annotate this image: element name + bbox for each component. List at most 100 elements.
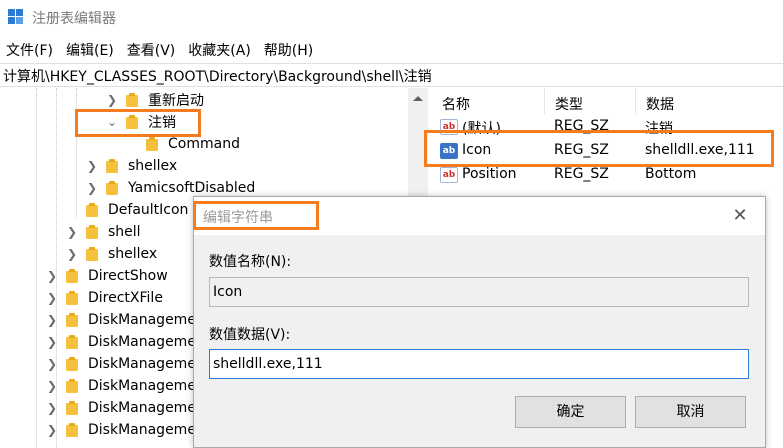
folder-icon	[146, 137, 160, 151]
tree-item[interactable]: ❯ DiskManageme	[44, 353, 196, 375]
value-data-label: 数值数据(V):	[209, 327, 291, 343]
folder-icon	[66, 423, 80, 437]
folder-icon	[126, 93, 140, 107]
string-value-icon: ab	[440, 167, 458, 183]
chevron-right-icon[interactable]: ❯	[44, 422, 60, 438]
chevron-right-icon[interactable]: ❯	[44, 334, 60, 350]
tree-item-label: shellex	[108, 246, 158, 262]
tree-item[interactable]: Command	[146, 133, 240, 155]
folder-icon	[66, 269, 80, 283]
column-header-name[interactable]: 名称	[432, 88, 545, 114]
folder-icon	[126, 115, 140, 129]
dialog-title: 编辑字符串	[203, 210, 273, 226]
tree-item[interactable]: DefaultIcon	[86, 199, 188, 221]
string-value-icon: ab	[440, 143, 458, 159]
tree-item-label: YamicsoftDisabled	[128, 180, 256, 196]
regedit-icon	[8, 9, 24, 25]
window-title: 注册表编辑器	[32, 11, 116, 27]
value-data-input[interactable]: shelldll.exe,111	[209, 349, 749, 379]
value-row-selected[interactable]: ab Icon REG_SZ shelldll.exe,111	[432, 139, 783, 163]
tree-item-label: Command	[168, 136, 240, 152]
value-row[interactable]: ab Position REG_SZ Bottom	[432, 163, 783, 187]
chevron-down-icon[interactable]: ⌄	[104, 114, 120, 130]
tree-item[interactable]: ❯ DiskManageme	[44, 397, 196, 419]
tree-item-label: DiskManageme	[88, 378, 196, 394]
value-name-label: 数值名称(N):	[209, 254, 292, 270]
value-data: shelldll.exe,111	[645, 142, 755, 158]
tree-item-label: DirectXFile	[88, 290, 163, 306]
value-name: (默认)	[462, 121, 501, 137]
folder-icon	[66, 335, 80, 349]
tree-item[interactable]: ❯ DirectShow	[44, 265, 168, 287]
folder-icon	[66, 291, 80, 305]
chevron-right-icon[interactable]: ❯	[84, 158, 100, 174]
tree-item-label: shell	[108, 224, 141, 240]
value-type: REG_SZ	[554, 142, 609, 158]
chevron-right-icon[interactable]: ❯	[44, 378, 60, 394]
tree-item[interactable]: ❯ shellex	[84, 155, 177, 177]
tree-item-label: 注销	[148, 115, 176, 131]
string-value-icon: ab	[440, 119, 458, 135]
ok-button[interactable]: 确定	[515, 396, 626, 428]
title-bar: 注册表编辑器	[0, 0, 783, 36]
folder-icon	[66, 379, 80, 393]
tree-item-label: 重新启动	[148, 93, 204, 109]
value-name-field: Icon	[209, 277, 749, 307]
folder-icon	[86, 225, 100, 239]
tree-item[interactable]: ❯ DiskManageme	[44, 419, 196, 441]
value-data: 注销	[645, 121, 673, 137]
menu-help[interactable]: 帮助(H)	[258, 36, 320, 62]
tree-item[interactable]: ❯ 重新启动	[104, 89, 204, 111]
menu-file[interactable]: 文件(F)	[0, 36, 60, 62]
chevron-right-icon[interactable]: ❯	[44, 356, 60, 372]
menu-view[interactable]: 查看(V)	[121, 36, 183, 62]
chevron-right-icon[interactable]: ❯	[44, 312, 60, 328]
tree-item-label: DiskManageme	[88, 400, 196, 416]
folder-icon	[106, 159, 120, 173]
folder-icon	[86, 203, 100, 217]
value-name: Icon	[462, 142, 492, 158]
cancel-button[interactable]: 取消	[635, 396, 746, 428]
tree-item[interactable]: ❯ DiskManageme	[44, 331, 196, 353]
tree-item-label: DiskManageme	[88, 334, 196, 350]
menu-edit[interactable]: 编辑(E)	[60, 36, 121, 62]
tree-item-label: DiskManageme	[88, 356, 196, 372]
value-data: Bottom	[645, 166, 697, 182]
chevron-right-icon[interactable]: ❯	[104, 92, 120, 108]
tree-item[interactable]: ❯ shell	[64, 221, 141, 243]
folder-icon	[66, 401, 80, 415]
value-name: Position	[462, 166, 517, 182]
tree-item-label: DirectShow	[88, 268, 168, 284]
value-type: REG_SZ	[554, 166, 609, 182]
address-bar[interactable]: 计算机\HKEY_CLASSES_ROOT\Directory\Backgrou…	[0, 63, 783, 87]
tree-item[interactable]: ❯ DiskManageme	[44, 375, 196, 397]
chevron-right-icon[interactable]: ❯	[44, 290, 60, 306]
chevron-right-icon[interactable]: ❯	[84, 180, 100, 196]
tree-item[interactable]: ❯ shellex	[64, 243, 157, 265]
chevron-right-icon[interactable]: ❯	[44, 268, 60, 284]
dialog-title-bar: 编辑字符串 ✕	[194, 197, 765, 235]
menu-bar: 文件(F) 编辑(E) 查看(V) 收藏夹(A) 帮助(H)	[0, 36, 783, 62]
tree-item[interactable]: ❯ DiskManageme	[44, 309, 196, 331]
chevron-right-icon[interactable]: ❯	[64, 224, 80, 240]
scroll-up-icon[interactable]	[413, 96, 423, 101]
tree-item[interactable]: ❯ DirectXFile	[44, 287, 163, 309]
edit-string-dialog: 编辑字符串 ✕ 数值名称(N): Icon 数值数据(V): shelldll.…	[193, 196, 766, 448]
value-type: REG_SZ	[554, 118, 609, 134]
tree-item-label: DefaultIcon	[108, 202, 189, 218]
tree-item-label: DiskManageme	[88, 422, 196, 438]
folder-icon	[66, 313, 80, 327]
folder-icon	[66, 357, 80, 371]
tree-item-selected[interactable]: ⌄ 注销	[104, 111, 176, 133]
folder-icon	[106, 181, 120, 195]
tree-item-label: DiskManageme	[88, 312, 196, 328]
folder-icon	[86, 247, 100, 261]
tree-item-label: shellex	[128, 158, 178, 174]
close-icon[interactable]: ✕	[731, 207, 749, 225]
column-header-type[interactable]: 类型	[545, 88, 636, 114]
column-header-data[interactable]: 数据	[636, 88, 783, 114]
value-row[interactable]: ab (默认) REG_SZ 注销	[432, 115, 783, 139]
chevron-right-icon[interactable]: ❯	[64, 246, 80, 262]
menu-favorites[interactable]: 收藏夹(A)	[182, 36, 258, 62]
chevron-right-icon[interactable]: ❯	[44, 400, 60, 416]
